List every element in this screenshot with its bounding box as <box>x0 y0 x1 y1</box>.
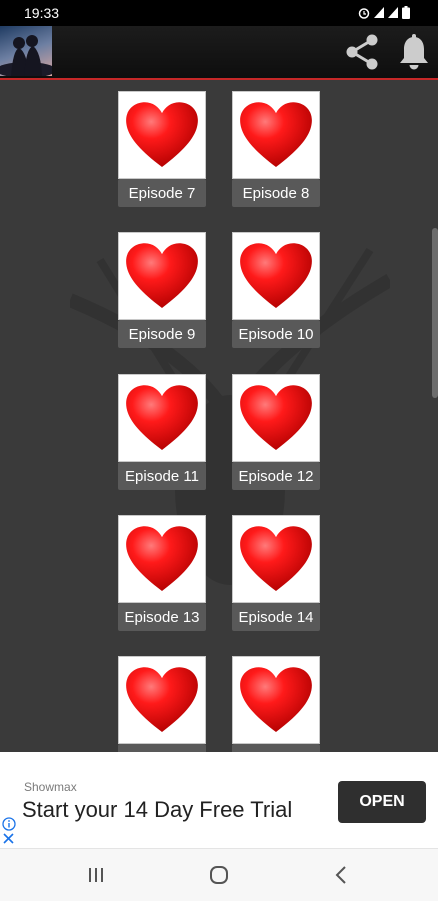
ad-info-icon[interactable] <box>2 817 16 831</box>
episode-label <box>232 744 320 752</box>
heart-thumbnail <box>118 656 206 744</box>
episode-card[interactable] <box>232 656 320 752</box>
ad-open-button[interactable]: OPEN <box>338 781 426 823</box>
episode-card[interactable]: Episode 13 <box>118 515 206 633</box>
system-nav-bar <box>0 848 438 901</box>
notifications-button[interactable] <box>394 32 434 72</box>
heart-thumbnail <box>232 656 320 744</box>
share-button[interactable] <box>342 32 382 72</box>
heart-thumbnail <box>118 232 206 320</box>
episode-label: Episode 12 <box>232 462 320 490</box>
ad-headline[interactable]: Start your 14 Day Free Trial <box>22 797 292 823</box>
heart-icon <box>240 526 312 591</box>
status-time: 19:33 <box>24 5 60 21</box>
recents-button[interactable] <box>84 863 108 887</box>
episode-card[interactable]: Episode 10 <box>232 232 320 350</box>
episode-card[interactable]: Episode 8 <box>232 91 320 209</box>
heart-icon <box>126 667 198 732</box>
episode-card[interactable]: Episode 9 <box>118 232 206 350</box>
heart-icon <box>240 243 312 308</box>
alarm-icon <box>358 7 370 19</box>
battery-icon <box>402 6 410 19</box>
ad-banner[interactable]: Showmax Start your 14 Day Free Trial OPE… <box>0 752 438 848</box>
signal-icon <box>388 7 398 18</box>
couple-logo-icon[interactable] <box>0 26 52 76</box>
heart-thumbnail <box>232 374 320 462</box>
episode-label: Episode 13 <box>118 603 206 631</box>
episode-card[interactable]: Episode 7 <box>118 91 206 209</box>
episode-card[interactable]: Episode 11 <box>118 374 206 492</box>
episode-label: Episode 7 <box>118 179 206 207</box>
back-icon <box>335 866 346 884</box>
episode-grid[interactable]: Episode 7 Episode 8 Episode 9 Episode 10… <box>0 80 438 752</box>
heart-thumbnail <box>232 515 320 603</box>
back-button[interactable] <box>330 863 354 887</box>
home-icon <box>210 866 228 884</box>
heart-thumbnail <box>118 91 206 179</box>
episode-label: Episode 9 <box>118 320 206 348</box>
ad-advertiser: Showmax <box>24 780 77 794</box>
heart-thumbnail <box>118 515 206 603</box>
scrollbar-thumb[interactable] <box>432 228 438 398</box>
heart-icon <box>126 385 198 450</box>
home-button[interactable] <box>207 863 231 887</box>
episode-label: Episode 8 <box>232 179 320 207</box>
ad-close-icon[interactable] <box>3 833 14 844</box>
episode-card[interactable] <box>118 656 206 752</box>
episode-label: Episode 11 <box>118 462 206 490</box>
heart-icon <box>240 385 312 450</box>
heart-icon <box>126 526 198 591</box>
heart-icon <box>126 102 198 167</box>
episode-card[interactable]: Episode 12 <box>232 374 320 492</box>
episode-label: Episode 14 <box>232 603 320 631</box>
heart-icon <box>126 243 198 308</box>
share-icon <box>346 34 378 70</box>
episode-label <box>118 744 206 752</box>
heart-thumbnail <box>118 374 206 462</box>
heart-thumbnail <box>232 232 320 320</box>
heart-thumbnail <box>232 91 320 179</box>
recents-icon <box>89 868 103 882</box>
status-bar: 19:33 <box>0 0 438 26</box>
status-icons <box>358 6 410 19</box>
heart-icon <box>240 102 312 167</box>
bell-icon <box>400 34 428 70</box>
heart-icon <box>240 667 312 732</box>
episode-card[interactable]: Episode 14 <box>232 515 320 633</box>
signal-icon <box>374 7 384 18</box>
app-bar <box>0 26 438 80</box>
episode-label: Episode 10 <box>232 320 320 348</box>
